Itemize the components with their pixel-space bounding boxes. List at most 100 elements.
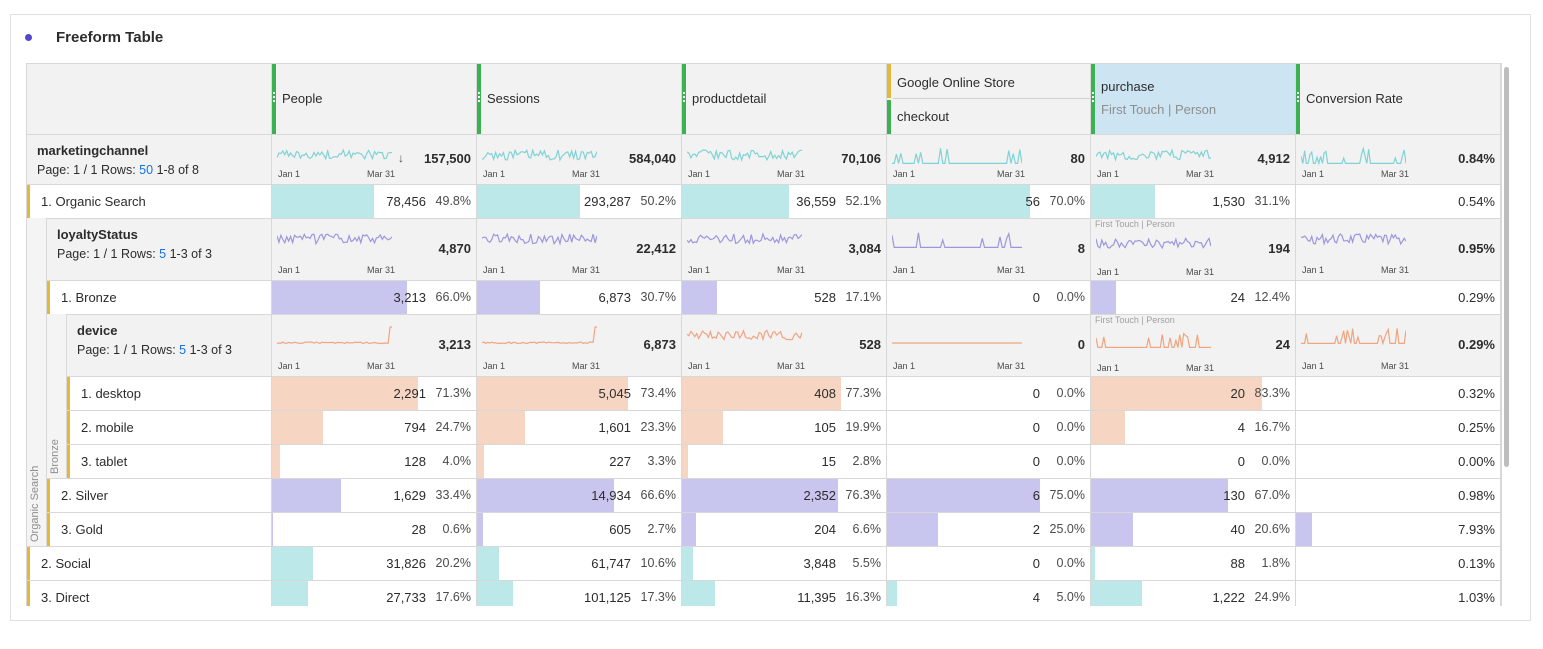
metric-cell: 0.13% [1296,547,1501,580]
column-header-conversion-rate[interactable]: Conversion Rate [1296,64,1501,134]
drag-handle-icon[interactable] [1297,92,1299,104]
table-row[interactable]: 3. tablet 128 4.0% 227 3.3% 15 2.8% 0 0.0% 0 0.0% 0… [27,444,1501,478]
metric-cell: 101,125 17.3% [477,581,682,606]
table-row[interactable]: 3. Direct 27,733 17.6% 101,125 17.3% 11,395 16… [27,580,1501,606]
metric-value: 5,045 [598,386,631,401]
drag-handle-icon[interactable] [273,92,275,104]
row-label[interactable]: 2. Silver [61,488,108,503]
metric-color-bar [887,100,891,134]
table-row[interactable]: 2. mobile 794 24.7% 1,601 23.3% 105 19.9% 0 0.0%… [27,410,1501,444]
scrollbar-thumb[interactable] [1504,67,1509,467]
percent-bar [1091,185,1155,218]
metric-cell: 204 6.6% [682,513,887,546]
segment-color-bar [887,64,891,98]
column-header-purchase[interactable]: purchase First Touch | Person [1091,64,1296,134]
row-label[interactable]: 3. Direct [41,590,89,605]
percent-bar [1091,513,1134,546]
row-label[interactable]: 1. Organic Search [41,194,146,209]
row-label[interactable]: 1. desktop [81,386,141,401]
metric-value: 408 [814,386,836,401]
sparkline [1301,232,1406,247]
sparkline [892,148,1022,164]
row-label[interactable]: 3. tablet [81,454,127,469]
percent-bar [887,479,1040,512]
attribution-hint: First Touch | Person [1095,219,1175,229]
axis-start: Jan 1 [893,265,916,275]
percent-bar [887,185,1030,218]
summary-cell: Jan 1 Mar 31 528 [682,315,887,376]
column-label: Sessions [487,91,540,106]
metric-value: 105 [814,420,836,435]
metric-cell: 0.98% [1296,479,1501,512]
table-row[interactable]: 3. Gold 28 0.6% 605 2.7% 204 6.6% 2 25.0% 40 20.6%… [27,512,1501,546]
metric-percent: 0.0% [1056,454,1086,468]
row-label[interactable]: 1. Bronze [61,290,117,305]
header-corner [27,64,272,134]
percent-bar [1091,479,1229,512]
metric-cell: 128 4.0% [272,445,477,478]
row-range: 1-3 of 3 [169,247,212,261]
column-total: 3,213 [438,337,471,352]
dimension-name[interactable]: device [77,323,117,338]
metric-value: 28 [411,522,426,537]
metric-value: 130 [1223,488,1245,503]
column-total: 3,084 [848,241,881,256]
metric-value: 1.03% [1458,590,1495,605]
metric-value: 4 [1032,590,1040,605]
rows-per-page-dropdown[interactable]: 5 [179,343,186,357]
table-row[interactable]: 1. Organic Search 78,456 49.8% 293,287 50.2%… [27,184,1501,218]
metric-percent: 24.7% [435,420,471,434]
column-header-people[interactable]: People [272,64,477,134]
table-row[interactable]: 2. Social 31,826 20.2% 61,747 10.6% 3,848 5.5%… [27,546,1501,580]
metric-value: 605 [609,522,631,537]
metric-percent: 19.9% [845,420,881,434]
dimension-name[interactable]: marketingchannel [37,143,148,158]
metric-cell: 28 0.6% [272,513,477,546]
metric-value: 3,213 [393,290,426,305]
axis-end: Mar 31 [367,361,396,371]
dimension-name[interactable]: loyaltyStatus [57,227,138,242]
metric-percent: 4.0% [442,454,472,468]
metric-cell: 6 75.0% [887,479,1091,512]
column-header-productdetail[interactable]: productdetail [682,64,887,134]
metric-value: 0.29% [1458,290,1495,305]
metric-percent: 30.7% [640,290,676,304]
metric-value: 2,352 [803,488,836,503]
rows-per-page-dropdown[interactable]: 50 [139,163,153,177]
metric-value: 88 [1230,556,1245,571]
metric-cell: 36,559 52.1% [682,185,887,218]
percent-bar [682,445,688,478]
metric-value: 40 [1230,522,1245,537]
vertical-scrollbar[interactable] [1502,63,1511,605]
drag-handle-icon[interactable] [683,92,685,104]
row-label[interactable]: 2. mobile [81,420,134,435]
summary-cell: Jan 1 Mar 31 8 [887,219,1091,280]
table-row[interactable]: 1. desktop 2,291 71.3% 5,045 73.4% 408 77.3% 0 0… [27,376,1501,410]
rows-per-page-dropdown[interactable]: 5 [159,247,166,261]
metric-cell: 4 5.0% [887,581,1091,606]
column-total: 157,500 [424,151,471,166]
summary-cell: Jan 1 Mar 31 3,084 [682,219,887,280]
column-header-sessions[interactable]: Sessions [477,64,682,134]
summary-cell: Jan 1 Mar 31 0.95% [1296,219,1501,280]
drag-handle-icon[interactable] [478,92,480,104]
sparkline [892,231,1022,248]
summary-cell: Jan 1 Mar 31 4,870 [272,219,477,280]
metric-cell: 88 1.8% [1091,547,1296,580]
drag-handle-icon[interactable] [1092,92,1094,104]
metric-cell: 61,747 10.6% [477,547,682,580]
table-row[interactable]: 1. Bronze 3,213 66.0% 6,873 30.7% 528 17.1% 0 0.… [27,280,1501,314]
percent-bar [1091,581,1142,606]
row-label[interactable]: 3. Gold [61,522,103,537]
column-header-checkout[interactable]: Google Online Store checkout [887,64,1091,134]
row-marker [67,445,70,478]
column-total: 80 [1070,151,1085,166]
table-row[interactable]: 2. Silver 1,629 33.4% 14,934 66.6% 2,352 76.3%… [27,478,1501,512]
panel-title[interactable]: Freeform Table [56,29,163,46]
rows-label: Rows: [120,247,156,261]
metric-percent: 24.9% [1254,590,1290,604]
metric-value: 293,287 [584,194,631,209]
metric-percent: 6.6% [852,522,882,536]
row-label[interactable]: 2. Social [41,556,91,571]
row-marker [67,377,70,410]
